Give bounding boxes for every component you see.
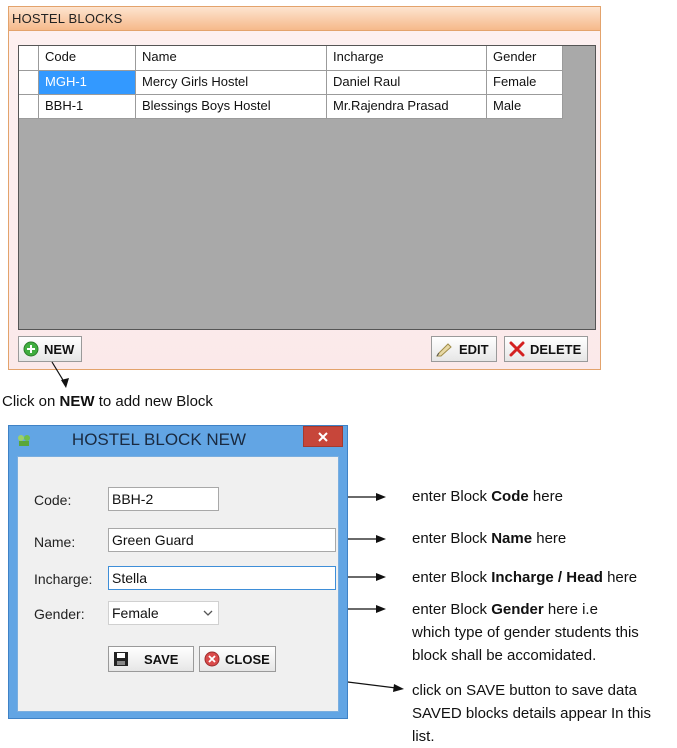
- chevron-down-icon: [203, 610, 213, 616]
- name-annotation: enter Block Name here: [412, 530, 567, 547]
- close-button[interactable]: CLOSE: [199, 646, 276, 672]
- close-button-label: CLOSE: [225, 651, 270, 667]
- floppy-disk-icon: [114, 652, 128, 666]
- close-circle-icon: [204, 651, 220, 667]
- gender-select-value: Female: [112, 605, 159, 621]
- code-input[interactable]: BBH-2: [108, 487, 219, 511]
- code-label: Code:: [34, 492, 72, 508]
- code-annotation: enter Block Code here: [412, 488, 563, 505]
- save-annotation: click on SAVE button to save data SAVED …: [412, 682, 652, 745]
- save-button-label: SAVE: [144, 651, 179, 667]
- new-instruction: Click on NEW to add new Block: [2, 393, 213, 410]
- close-window-button[interactable]: [303, 426, 343, 447]
- name-label: Name:: [34, 534, 76, 550]
- incharge-label: Incharge:: [34, 571, 93, 587]
- dialog-title: HOSTEL BLOCK NEW: [71, 430, 247, 449]
- save-button[interactable]: SAVE: [108, 646, 194, 672]
- incharge-input[interactable]: Stella: [108, 566, 336, 590]
- hostel-block-new-dialog: HOSTEL BLOCK NEW Code: BBH-2 Name: Green…: [8, 425, 348, 719]
- close-icon: [318, 431, 328, 442]
- incharge-annotation: enter Block Incharge / Head here: [412, 569, 638, 586]
- gender-select[interactable]: Female: [108, 601, 219, 625]
- gender-label: Gender:: [34, 606, 85, 622]
- name-input[interactable]: Green Guard: [108, 528, 336, 552]
- gender-annotation: enter Block Gender here i.e which type o…: [412, 601, 639, 664]
- dialog-body: Code: BBH-2 Name: Green Guard Incharge: …: [17, 456, 339, 712]
